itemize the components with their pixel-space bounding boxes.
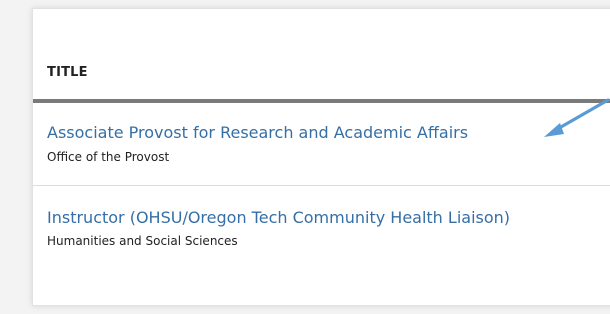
table-row: Instructor (OHSU/Oregon Tech Community H… [33,186,610,304]
column-header-title[interactable]: TITLE [47,65,88,80]
job-title-link[interactable]: Associate Provost for Research and Acade… [47,123,468,142]
arrow-pointer-icon [544,98,610,137]
job-listings-card: TITLE Associate Provost for Research and… [32,8,610,306]
table-row: Associate Provost for Research and Acade… [33,103,610,186]
department-label: Office of the Provost [47,150,170,164]
department-label: Humanities and Social Sciences [47,234,238,248]
job-title-link[interactable]: Instructor (OHSU/Oregon Tech Community H… [47,208,510,227]
